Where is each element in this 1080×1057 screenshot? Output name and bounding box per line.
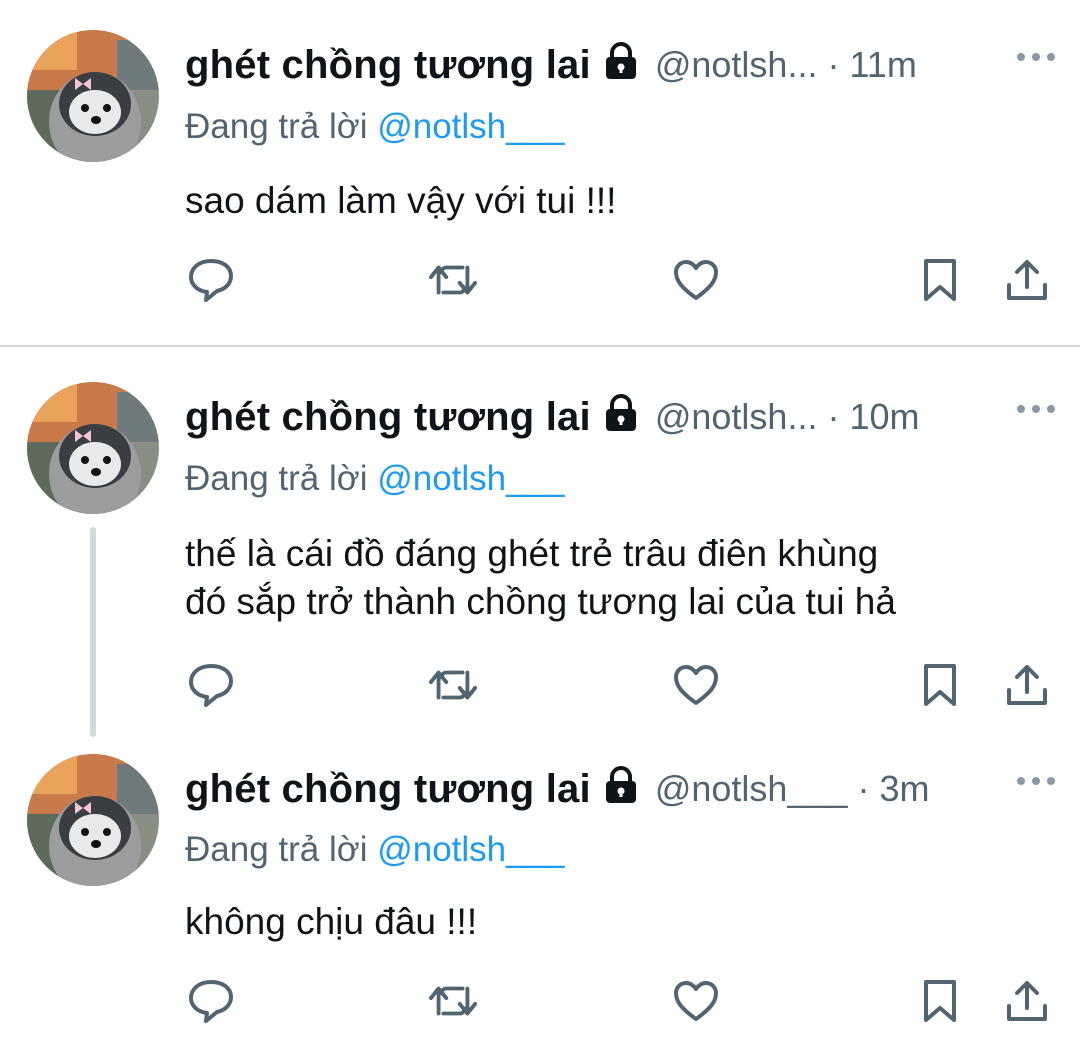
replying-to: Đang trả lời @notlsh___: [185, 830, 565, 870]
more-icon[interactable]: [1016, 50, 1056, 69]
reply-icon: [189, 664, 233, 707]
heart-icon: [674, 981, 718, 1021]
tweet[interactable]: ghét chồng tương lai @notlsh___ · 3m Đan…: [0, 728, 1080, 1057]
bookmark-button[interactable]: [915, 660, 965, 710]
lock-icon: [603, 765, 639, 809]
retweet-button[interactable]: [428, 976, 478, 1026]
lock-icon: [603, 393, 639, 437]
bookmark-icon: [924, 980, 956, 1022]
share-icon: [1007, 981, 1047, 1021]
reply-button[interactable]: [186, 976, 236, 1026]
reply-mention-link[interactable]: @notlsh___: [377, 107, 564, 146]
tweet-text: sao dám làm vậy với tui !!!: [185, 177, 1040, 225]
reply-mention-link[interactable]: @notlsh___: [377, 459, 564, 498]
separator-dot: ·: [827, 44, 840, 85]
display-name[interactable]: ghét chồng tương lai: [185, 43, 591, 88]
tweet-text-line: đó sắp trở thành chồng tương lai của tui…: [185, 581, 896, 622]
tweet-text-line: không chịu đâu !!!: [185, 901, 478, 942]
tweet-actions: [0, 255, 1080, 305]
reply-prefix: Đang trả lời: [185, 830, 378, 869]
bookmark-button[interactable]: [915, 255, 965, 305]
user-handle[interactable]: @notlsh...: [655, 396, 818, 438]
share-button[interactable]: [1002, 660, 1052, 710]
lock-icon: [603, 41, 639, 85]
reply-button[interactable]: [186, 660, 236, 710]
tweet-header: ghét chồng tương lai @notlsh___ · 3m: [185, 762, 1056, 816]
tweet-actions: [0, 660, 1080, 710]
tweet-feed: ghét chồng tương lai @notlsh... · 11m Đa…: [0, 0, 1080, 1057]
tweet-header: ghét chồng tương lai @notlsh... · 10m: [185, 390, 1056, 444]
replying-to: Đang trả lời @notlsh___: [185, 107, 565, 147]
share-icon: [1007, 260, 1047, 300]
separator-dot: ·: [857, 768, 870, 809]
reply-button[interactable]: [186, 255, 236, 305]
tweet[interactable]: ghét chồng tương lai @notlsh... · 10m Đa…: [0, 348, 1080, 728]
avatar[interactable]: [27, 382, 159, 514]
display-name[interactable]: ghét chồng tương lai: [185, 767, 591, 812]
like-button[interactable]: [671, 255, 721, 305]
tweet[interactable]: ghét chồng tương lai @notlsh... · 11m Đa…: [0, 0, 1080, 346]
heart-icon: [674, 665, 718, 705]
retweet-button[interactable]: [428, 660, 478, 710]
user-handle[interactable]: @notlsh___: [655, 768, 848, 810]
avatar[interactable]: [27, 30, 159, 162]
retweet-icon: [428, 670, 478, 700]
bookmark-icon: [924, 259, 956, 301]
timestamp[interactable]: 3m: [880, 768, 930, 810]
like-button[interactable]: [671, 976, 721, 1026]
retweet-icon: [428, 986, 478, 1016]
share-button[interactable]: [1002, 976, 1052, 1026]
retweet-button[interactable]: [428, 255, 478, 305]
reply-icon: [189, 259, 233, 302]
share-button[interactable]: [1002, 255, 1052, 305]
share-icon: [1007, 665, 1047, 705]
tweet-text: không chịu đâu !!!: [185, 898, 1040, 946]
heart-icon: [674, 260, 718, 300]
display-name[interactable]: ghét chồng tương lai: [185, 395, 591, 440]
more-icon[interactable]: [1016, 402, 1056, 421]
tweet-text: thế là cái đồ đáng ghét trẻ trâu điên kh…: [185, 530, 1040, 626]
retweet-icon: [428, 265, 478, 295]
reply-prefix: Đang trả lời: [185, 107, 378, 146]
tweet-actions: [0, 976, 1080, 1026]
separator-dot: ·: [827, 396, 840, 437]
timestamp[interactable]: 11m: [849, 44, 916, 86]
bookmark-icon: [924, 664, 956, 706]
reply-mention-link[interactable]: @notlsh___: [377, 830, 564, 869]
more-icon[interactable]: [1016, 774, 1056, 793]
tweet-header: ghét chồng tương lai @notlsh... · 11m: [185, 38, 1056, 92]
reply-prefix: Đang trả lời: [185, 459, 378, 498]
tweet-text-line: thế là cái đồ đáng ghét trẻ trâu điên kh…: [185, 533, 879, 574]
bookmark-button[interactable]: [915, 976, 965, 1026]
timestamp[interactable]: 10m: [849, 396, 919, 438]
replying-to: Đang trả lời @notlsh___: [185, 459, 565, 499]
avatar[interactable]: [27, 754, 159, 886]
user-handle[interactable]: @notlsh...: [655, 44, 818, 86]
reply-icon: [189, 980, 233, 1023]
tweet-text-line: sao dám làm vậy với tui !!!: [185, 180, 617, 221]
like-button[interactable]: [671, 660, 721, 710]
